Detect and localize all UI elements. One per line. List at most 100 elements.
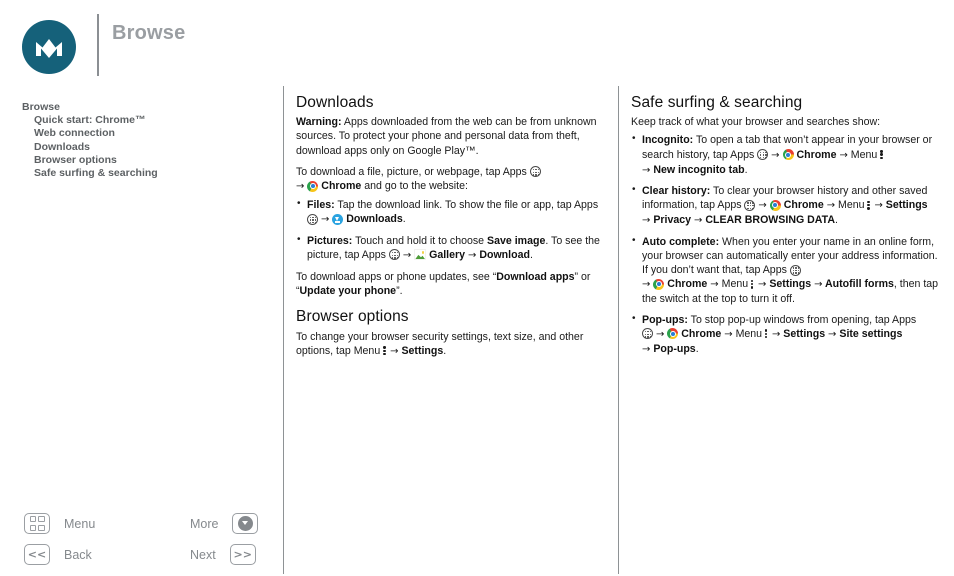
bullet-auto-complete: Auto complete: When you enter your name … <box>631 234 941 307</box>
arrow-glyph: → <box>710 279 719 291</box>
arrow-glyph: → <box>320 214 330 226</box>
next-icon[interactable]: >> <box>229 544 256 565</box>
back-button[interactable]: << Back <box>24 544 92 565</box>
browser-options-heading: Browser options <box>296 308 409 326</box>
update-your-phone-link[interactable]: Update your phone <box>300 285 397 297</box>
chrome-label: Chrome <box>793 148 837 161</box>
manual-page: Browse Browse Quick start: Chrome™ Web c… <box>0 0 954 576</box>
save-image-label: Save image <box>487 234 546 247</box>
bullet-pop-ups: Pop-ups: To stop pop-up windows from ope… <box>631 312 941 358</box>
overflow-menu-icon <box>383 345 387 356</box>
safe-surfing-heading: Safe surfing & searching <box>631 94 803 111</box>
arrow-glyph: → <box>839 149 848 161</box>
bullet-files-text-c: . <box>402 213 406 226</box>
pop-ups-label: Pop-ups <box>650 343 696 356</box>
safe-surfing-bullet-list: Incognito: To open a tab that won’t appe… <box>631 132 941 358</box>
next-button[interactable]: Next >> <box>190 544 256 565</box>
bullet-incognito: Incognito: To open a tab that won’t appe… <box>631 132 941 178</box>
chrome-icon <box>769 199 781 211</box>
column-divider-left <box>283 86 284 574</box>
chrome-icon <box>307 180 319 192</box>
bullet-pictures-text-a: Touch and hold it to choose <box>352 234 488 247</box>
motorola-logo <box>22 20 76 74</box>
back-icon[interactable]: << <box>24 544 50 565</box>
menu-grid-icon[interactable] <box>24 513 50 534</box>
toc-item-browser-options[interactable]: Browser options <box>22 154 272 167</box>
bottom-navigation: Menu << Back More Next >> <box>0 502 283 576</box>
autofill-forms-label: Autofill forms <box>822 278 894 291</box>
overflow-menu-icon <box>765 328 769 339</box>
bullet-auto-complete-label: Auto complete: <box>642 235 720 248</box>
downloads-warning-paragraph: Warning: Apps downloaded from the web ca… <box>296 115 604 158</box>
arrow-glyph: → <box>758 200 767 212</box>
downloads-outro-paragraph: To download apps or phone updates, see “… <box>296 270 604 298</box>
toc-item-quick-start[interactable]: Quick start: Chrome™ <box>22 114 272 127</box>
apps-grid-circle-icon <box>789 264 801 276</box>
bullet-pictures-label: Pictures: <box>307 234 353 247</box>
arrow-glyph: → <box>724 328 733 340</box>
arrow-glyph: → <box>642 279 651 291</box>
downloads-intro-a: To download a file, picture, or webpage,… <box>296 165 530 178</box>
arrow-glyph: → <box>390 345 399 357</box>
downloads-icon <box>332 213 344 225</box>
overflow-menu-icon <box>751 279 755 290</box>
right-column: Safe surfing & searching Keep track of w… <box>631 94 941 364</box>
warning-label: Warning: <box>296 116 342 129</box>
downloads-intro-paragraph: To download a file, picture, or webpage,… <box>296 165 604 194</box>
menu-label: Menu <box>64 516 96 531</box>
apps-grid-circle-icon <box>388 249 400 261</box>
bullet-clear-history-label: Clear history: <box>642 185 711 198</box>
page-title: Browse <box>112 22 186 44</box>
outro-c: ”. <box>396 285 403 298</box>
bullet-pop-ups-t3: . <box>695 343 699 356</box>
downloads-bullet-list: Files: Tap the download link. To show th… <box>296 197 604 263</box>
chrome-label: Chrome <box>318 180 362 193</box>
download-folder-label: Download <box>476 248 530 261</box>
browser-options-text-c: . <box>443 344 447 357</box>
warning-text: Apps downloaded from the web can be from… <box>296 116 597 157</box>
bullet-auto-complete-t2: Menu <box>718 278 752 291</box>
next-label: Next <box>190 547 216 562</box>
downloads-heading: Downloads <box>296 94 374 111</box>
apps-grid-circle-icon <box>529 166 541 178</box>
chrome-label: Chrome <box>664 278 708 291</box>
more-chevron-down-icon[interactable] <box>232 513 259 534</box>
menu-button[interactable]: Menu <box>24 513 95 534</box>
privacy-label: Privacy <box>650 214 692 227</box>
settings-label: Settings <box>882 199 928 212</box>
safe-surfing-intro: Keep track of what your browser and sear… <box>631 116 881 129</box>
new-incognito-tab-label: New incognito tab <box>650 163 745 176</box>
toc-item-safe-surfing[interactable]: Safe surfing & searching <box>22 167 272 180</box>
more-label: More <box>190 516 219 531</box>
site-settings-label: Site settings <box>836 327 903 340</box>
bullet-incognito-label: Incognito: <box>642 134 694 147</box>
toc-item-web-connection[interactable]: Web connection <box>22 127 272 140</box>
settings-label: Settings <box>398 344 444 357</box>
bullet-clear-history-t2: Menu <box>835 199 868 212</box>
bullet-files-label: Files: <box>307 199 335 212</box>
clear-browsing-data-label: CLEAR BROWSING DATA <box>702 214 835 227</box>
toc-item-browse[interactable]: Browse <box>22 101 272 114</box>
chrome-label: Chrome <box>678 327 722 340</box>
overflow-menu-icon <box>880 149 884 160</box>
outro-a: To download apps or phone updates, see “ <box>296 271 497 284</box>
arrow-glyph: → <box>874 200 883 212</box>
toc-item-downloads[interactable]: Downloads <box>22 141 272 154</box>
arrow-glyph: → <box>826 200 836 212</box>
apps-grid-circle-icon <box>744 199 756 211</box>
bullet-clear-history: Clear history: To clear your browser his… <box>631 183 941 229</box>
arrow-glyph: → <box>296 181 305 193</box>
download-apps-link[interactable]: Download apps <box>496 271 574 283</box>
gallery-label: Gallery <box>426 248 466 261</box>
table-of-contents: Browse Quick start: Chrome™ Web connecti… <box>22 101 272 180</box>
chrome-icon <box>782 149 794 161</box>
overflow-menu-icon <box>867 200 871 211</box>
browser-options-paragraph: To change your browser security settings… <box>296 330 604 359</box>
settings-label: Settings <box>766 278 812 291</box>
header-divider <box>97 14 99 76</box>
more-button[interactable]: More <box>190 513 259 534</box>
page-header: Browse <box>0 0 290 90</box>
column-divider-right <box>618 86 619 574</box>
chrome-icon <box>653 278 665 290</box>
downloads-app-label: Downloads <box>343 213 403 226</box>
